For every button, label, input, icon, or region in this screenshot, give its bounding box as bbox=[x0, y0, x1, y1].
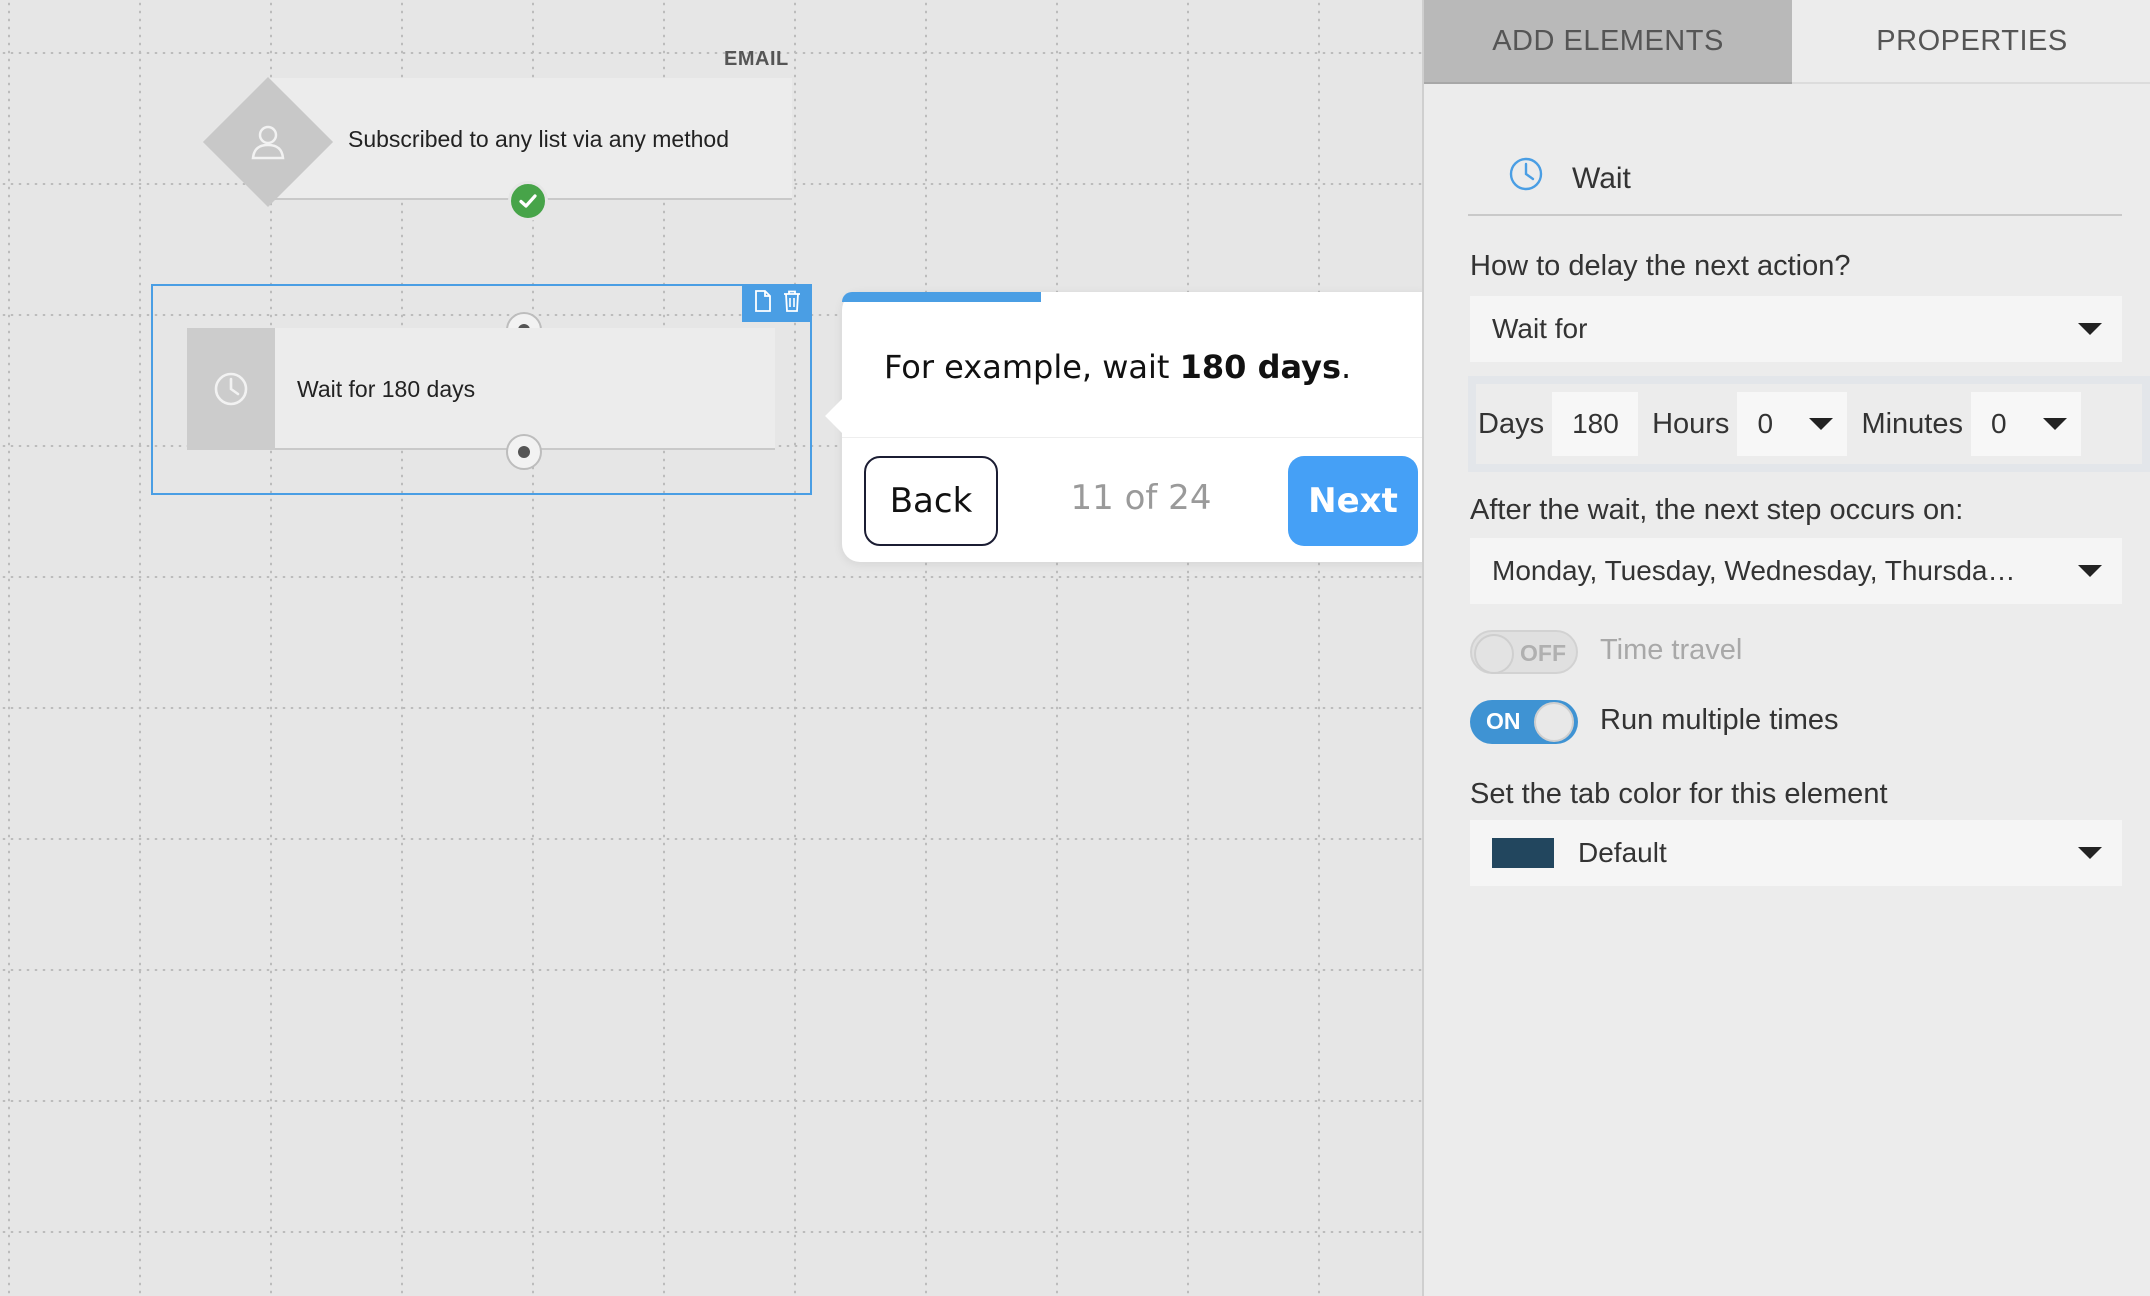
divider bbox=[842, 437, 1440, 438]
copy-icon[interactable] bbox=[753, 289, 773, 317]
color-swatch bbox=[1492, 838, 1554, 868]
tour-message: For example, wait 180 days. bbox=[884, 348, 1352, 386]
grid-line-horizontal bbox=[0, 52, 1422, 54]
trash-icon[interactable] bbox=[782, 290, 802, 317]
grid-line-horizontal bbox=[0, 838, 1422, 840]
tour-popover: For example, wait 180 days. Back 11 of 2… bbox=[825, 292, 1440, 562]
tour-progress bbox=[842, 292, 1440, 302]
wait-node-text: Wait for 180 days bbox=[297, 375, 476, 402]
delay-mode-value: Wait for bbox=[1492, 313, 1588, 344]
clock-icon bbox=[1506, 154, 1546, 199]
tab-color-select[interactable]: Default bbox=[1470, 820, 2122, 886]
check-circle-icon bbox=[508, 181, 548, 221]
minutes-value: 0 bbox=[1990, 408, 2007, 439]
grid-line-horizontal bbox=[0, 1100, 1422, 1102]
grid-line-horizontal bbox=[0, 1231, 1422, 1233]
hours-label: Hours bbox=[1652, 407, 1730, 440]
days-input[interactable]: 180 bbox=[1552, 392, 1639, 456]
tab-add-elements[interactable]: ADD ELEMENTS bbox=[1424, 0, 1792, 84]
toggle-knob bbox=[1534, 702, 1574, 742]
workflow-canvas[interactable]: EMAIL Subscribed to any list via any met… bbox=[0, 0, 1422, 1296]
run-multiple-label: Run multiple times bbox=[1600, 704, 1839, 736]
toggle-state: ON bbox=[1486, 708, 1521, 734]
chevron-down-icon bbox=[2078, 323, 2102, 335]
time-travel-toggle[interactable]: OFF bbox=[1470, 630, 1578, 674]
trigger-text: Subscribed to any list via any method bbox=[348, 125, 729, 152]
hours-select[interactable]: 0 bbox=[1737, 392, 1848, 456]
properties-panel: ADD ELEMENTS PROPERTIES Wait How to dela… bbox=[1422, 0, 2150, 1296]
delay-question-label: How to delay the next action? bbox=[1470, 250, 1851, 282]
node-output-port[interactable] bbox=[506, 434, 542, 470]
panel-title: Wait bbox=[1572, 162, 1631, 195]
grid-line-horizontal bbox=[0, 707, 1422, 709]
toggle-state: OFF bbox=[1520, 640, 1566, 666]
chevron-down-icon bbox=[1809, 418, 1834, 430]
tour-message-highlight: 180 days bbox=[1179, 348, 1341, 386]
wait-node[interactable]: Wait for 180 days bbox=[187, 328, 775, 450]
chevron-down-icon bbox=[2078, 565, 2102, 577]
hours-value: 0 bbox=[1757, 408, 1774, 439]
delay-mode-select[interactable]: Wait for bbox=[1470, 296, 2122, 362]
delay-duration-row: Days 180 Hours 0 Minutes 0 bbox=[1468, 376, 2150, 472]
panel-header: Wait bbox=[1468, 148, 2122, 216]
weekday-value: Monday, Tuesday, Wednesday, Thursda… bbox=[1492, 555, 2016, 586]
node-toolbar bbox=[742, 284, 812, 322]
minutes-select[interactable]: 0 bbox=[1970, 392, 2081, 456]
trigger-channel-label: EMAIL bbox=[724, 48, 789, 70]
weekday-select[interactable]: Monday, Tuesday, Wednesday, Thursda… bbox=[1470, 538, 2122, 604]
panel-tabs: ADD ELEMENTS PROPERTIES bbox=[1424, 0, 2150, 84]
grid-line-horizontal bbox=[0, 969, 1422, 971]
run-multiple-toggle[interactable]: ON bbox=[1470, 700, 1578, 744]
user-icon bbox=[242, 116, 294, 168]
chevron-down-icon bbox=[2042, 418, 2067, 430]
toggle-knob bbox=[1474, 634, 1514, 674]
grid-line-horizontal bbox=[0, 576, 1422, 578]
tab-color-label: Set the tab color for this element bbox=[1470, 778, 1888, 810]
after-wait-label: After the wait, the next step occurs on: bbox=[1470, 494, 1964, 526]
days-label: Days bbox=[1478, 407, 1545, 440]
clock-icon bbox=[187, 328, 275, 450]
tour-progress-fill bbox=[842, 292, 1042, 302]
chevron-down-icon bbox=[2078, 847, 2102, 859]
tab-properties[interactable]: PROPERTIES bbox=[1792, 0, 2150, 84]
minutes-label: Minutes bbox=[1861, 407, 1963, 440]
tab-color-value: Default bbox=[1578, 837, 1667, 868]
next-button[interactable]: Next bbox=[1288, 456, 1418, 546]
time-travel-label: Time travel bbox=[1600, 634, 1743, 666]
